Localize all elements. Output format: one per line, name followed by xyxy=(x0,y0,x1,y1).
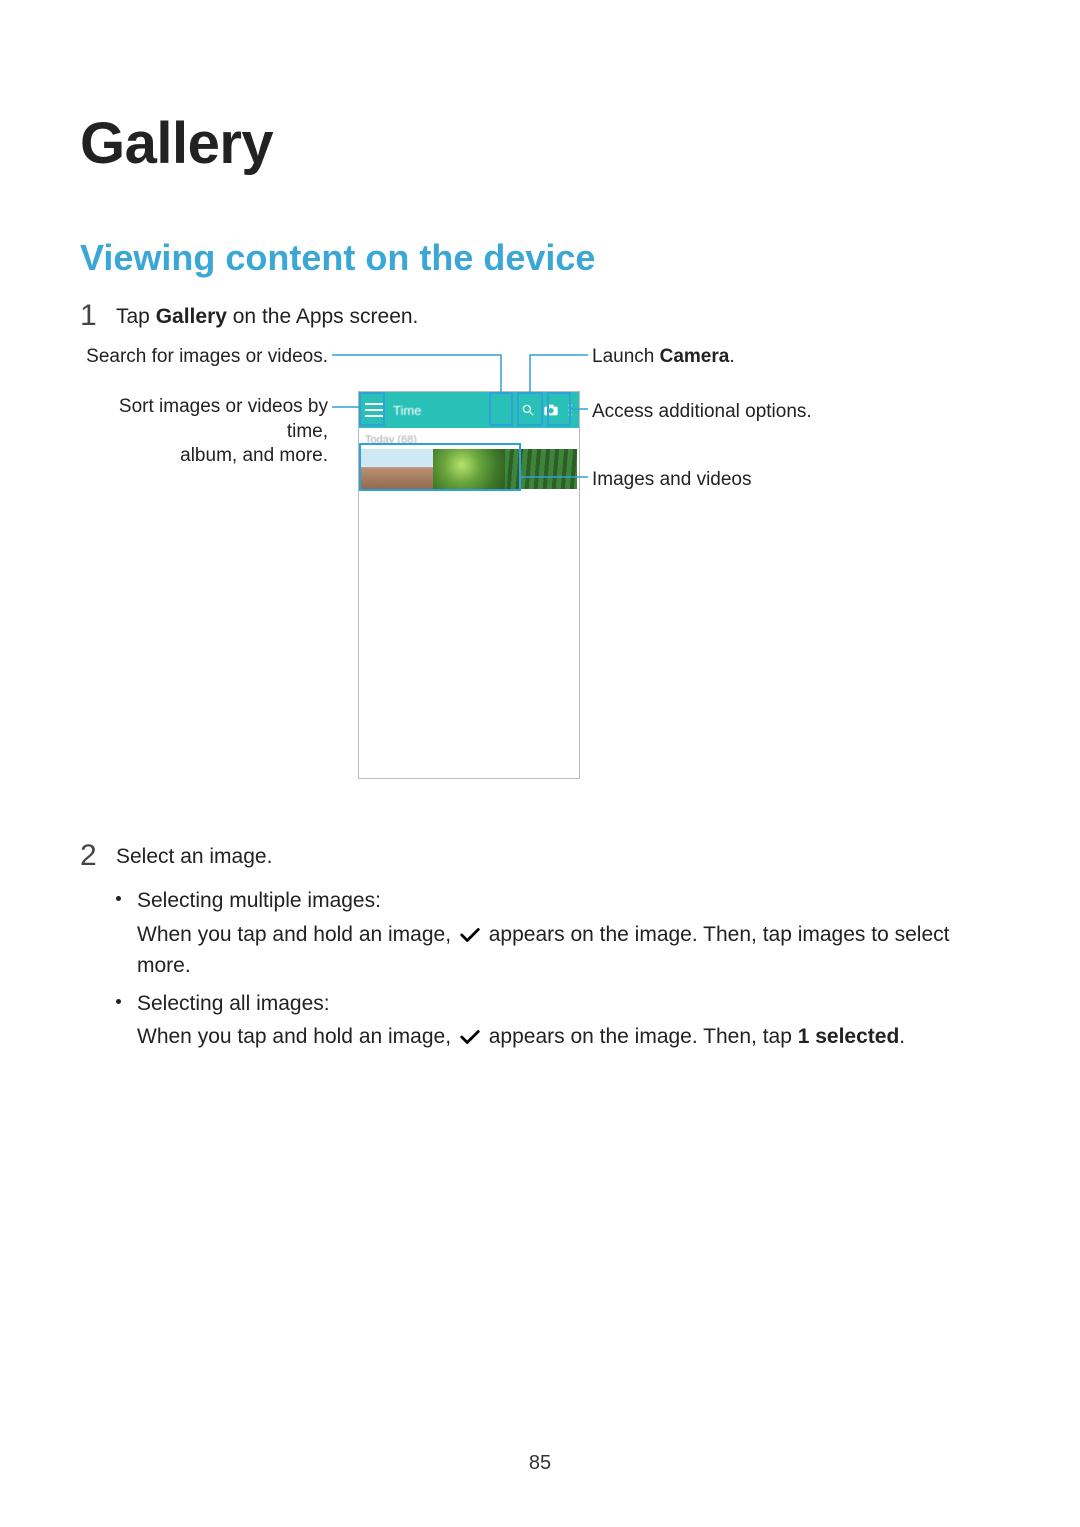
page-title: Gallery xyxy=(80,110,1000,177)
bullet-list: Selecting multiple images: When you tap … xyxy=(116,885,1000,1053)
bullet-head: Selecting all images: xyxy=(137,992,330,1015)
text: When you tap and hold an image, xyxy=(137,1025,457,1048)
manual-page: Gallery Viewing content on the device 1 … xyxy=(0,0,1080,1527)
step-number: 1 xyxy=(80,301,110,331)
step-1: 1 Tap Gallery on the Apps screen. xyxy=(80,303,1000,331)
text: . xyxy=(899,1025,905,1048)
text-bold: Gallery xyxy=(156,305,227,328)
check-icon xyxy=(459,1028,481,1046)
bullet-head: Selecting multiple images: xyxy=(137,889,381,912)
connector-lines xyxy=(80,345,1000,825)
bullet-content: Selecting all images: When you tap and h… xyxy=(137,988,905,1053)
step-text: Select an image. xyxy=(110,843,1000,870)
step-2: 2 Select an image. xyxy=(80,843,1000,871)
bullet-dot xyxy=(116,896,121,901)
section-heading: Viewing content on the device xyxy=(80,237,1000,279)
step-number: 2 xyxy=(80,841,110,871)
text: Tap xyxy=(116,305,156,328)
check-icon xyxy=(459,926,481,944)
annotated-screenshot: Search for images or videos. Sort images… xyxy=(80,345,1000,825)
text: on the Apps screen. xyxy=(227,305,418,328)
step-text: Tap Gallery on the Apps screen. xyxy=(110,303,1000,330)
text-bold: 1 selected xyxy=(798,1025,900,1048)
page-number: 85 xyxy=(0,1452,1080,1475)
bullet-item: Selecting multiple images: When you tap … xyxy=(116,885,1000,982)
text: appears on the image. Then, tap xyxy=(483,1025,798,1048)
bullet-item: Selecting all images: When you tap and h… xyxy=(116,988,1000,1053)
text: When you tap and hold an image, xyxy=(137,923,457,946)
bullet-dot xyxy=(116,999,121,1004)
bullet-content: Selecting multiple images: When you tap … xyxy=(137,885,1000,982)
